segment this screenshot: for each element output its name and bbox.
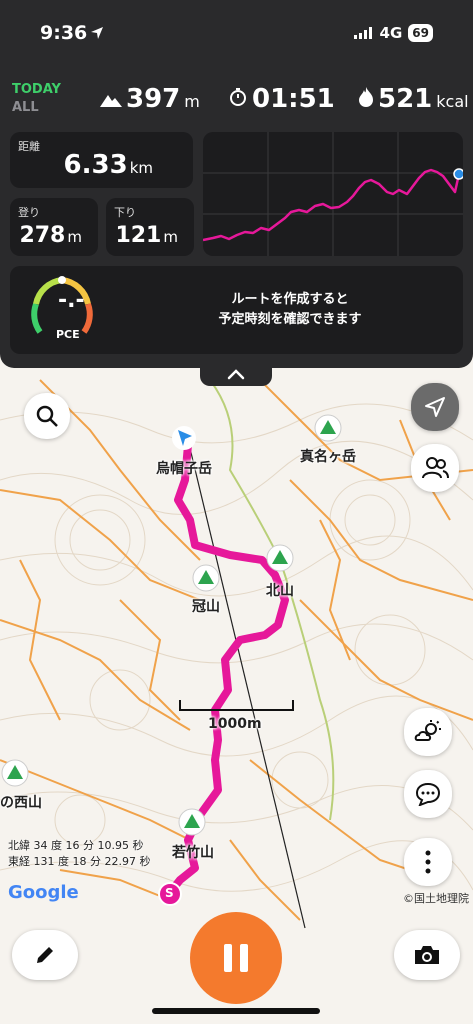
pace-card[interactable]: -.- PCE ルートを作成すると 予定時刻を確認できます: [10, 266, 463, 354]
collapse-panel-button[interactable]: [200, 362, 272, 386]
google-logo-text: Google: [8, 882, 79, 903]
route-message-line1: ルートを作成すると: [231, 292, 349, 307]
today-toggle[interactable]: TODAY: [12, 82, 61, 97]
ascent-reading: 278 m: [19, 223, 82, 248]
time-value: 01:51: [252, 84, 335, 114]
elevation-line: [203, 168, 461, 242]
pace-label: PCE: [56, 328, 80, 341]
weather-icon: [414, 720, 441, 741]
distance-label: 距離: [18, 140, 40, 153]
map-label-kita: 北山: [266, 583, 294, 599]
descent-reading: 121 m: [115, 223, 178, 248]
start-marker-label: S: [165, 886, 174, 900]
map-label-mana: 真名ヶ岳: [300, 449, 356, 465]
elevation-value: 397: [126, 84, 181, 114]
camera-icon: [415, 946, 439, 964]
map-label-wakatake: 若竹山: [172, 845, 214, 861]
ascent-value: 278: [19, 223, 66, 248]
signal-icon: [353, 27, 372, 39]
people-icon: [422, 457, 449, 479]
summary-stats: TODAY ALL 397 m 01:51 521 kcal: [0, 80, 473, 122]
status-bar: 9:36 4G 69: [0, 0, 473, 68]
friends-button[interactable]: [411, 444, 459, 492]
ascent-label: 登り: [18, 206, 40, 219]
latitude-text: 北緯 34 度 16 分 10.95 秒: [8, 839, 144, 852]
search-icon: [36, 405, 58, 427]
coordinates-readout: 北緯 34 度 16 分 10.95 秒 東経 131 度 18 分 22.97…: [8, 838, 150, 870]
home-indicator: [152, 1008, 320, 1014]
ascent-card: 登り 278 m: [10, 198, 98, 256]
distance-card: 距離 6.33 km: [10, 132, 193, 188]
flame-icon: [359, 87, 373, 107]
more-icon: [425, 850, 431, 874]
elevation-chart: [203, 132, 463, 256]
camera-button[interactable]: [394, 930, 460, 980]
elevation-unit: m: [184, 92, 200, 111]
calories-value: 521: [378, 84, 433, 114]
map-label-eboshi: 烏帽子岳: [156, 461, 212, 477]
network-type: 4G: [379, 24, 403, 42]
scale-label: 1000m: [208, 716, 262, 732]
google-logo: Google: [8, 882, 79, 903]
more-button[interactable]: [404, 838, 452, 886]
distance-unit: km: [129, 159, 153, 177]
route-message-line2: 予定時刻を確認できます: [218, 312, 362, 327]
calories-unit: kcal: [436, 92, 469, 111]
pause-icon: [224, 944, 248, 972]
elevation-stat: 397 m: [100, 84, 200, 114]
edit-button[interactable]: [12, 930, 78, 980]
location-arrow-icon: [425, 397, 445, 417]
all-toggle[interactable]: ALL: [12, 100, 39, 115]
route-message: ルートを作成すると 予定時刻を確認できます: [140, 290, 440, 330]
battery-level: 69: [408, 24, 433, 42]
pause-button[interactable]: [190, 912, 282, 1004]
distance-reading: 6.33 km: [64, 150, 153, 180]
chevron-up-icon: [227, 369, 245, 380]
stopwatch-icon: [230, 88, 246, 106]
mountain-icon: [100, 95, 122, 107]
map-copyright: ©国土地理院: [403, 892, 469, 905]
chat-button[interactable]: [404, 770, 452, 818]
time-stat: 01:51: [228, 84, 335, 114]
navigation-icon: [91, 27, 103, 39]
descent-unit: m: [163, 228, 178, 246]
pace-value: -.-: [58, 288, 85, 313]
distance-value: 6.33: [63, 150, 128, 180]
status-time: 9:36: [40, 22, 88, 44]
elevation-chart-card[interactable]: [203, 132, 463, 256]
ascent-unit: m: [67, 228, 82, 246]
search-button[interactable]: [24, 393, 70, 439]
stats-panel: 9:36 4G 69 TODAY ALL 397 m 01:51 521 kca…: [0, 0, 473, 368]
current-location-button[interactable]: [411, 383, 459, 431]
map-label-kanmuri: 冠山: [192, 599, 220, 615]
descent-card: 下り 121 m: [106, 198, 194, 256]
elevation-current-point: [453, 168, 463, 180]
descent-label: 下り: [114, 206, 136, 219]
status-right: 4G 69: [353, 24, 433, 42]
map-label-nishi: の西山: [0, 795, 42, 811]
descent-value: 121: [115, 223, 162, 248]
longitude-text: 東経 131 度 18 分 22.97 秒: [8, 855, 151, 868]
pencil-icon: [37, 947, 53, 963]
chat-icon: [415, 782, 441, 806]
calories-stat: 521 kcal: [358, 84, 469, 114]
weather-button[interactable]: [404, 708, 452, 756]
